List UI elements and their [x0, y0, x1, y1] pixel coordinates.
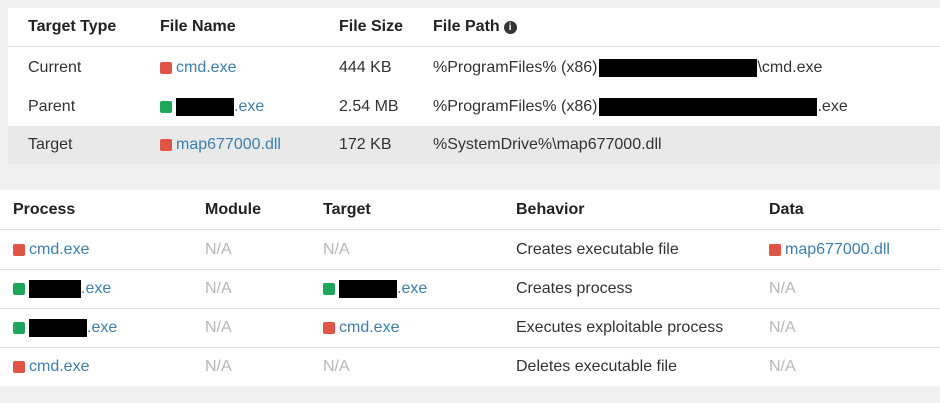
status-red-icon — [769, 244, 781, 256]
table-row: Target map677000.dll 172 KB %SystemDrive… — [8, 126, 940, 164]
file-path: %ProgramFiles% (x86) .exe — [433, 87, 848, 126]
file-path: %ProgramFiles% (x86) \cmd.exe — [433, 48, 822, 87]
file-path-prefix: %ProgramFiles% (x86) — [433, 97, 598, 115]
header-target-type: Target Type — [28, 18, 117, 35]
file-size: 172 KB — [339, 136, 392, 153]
redaction-box — [29, 280, 81, 298]
target-value: N/A — [323, 358, 350, 375]
process-link[interactable]: cmd.exe — [29, 358, 89, 376]
header-file-size: File Size — [339, 18, 404, 35]
file-name-cell: map677000.dll — [160, 126, 281, 164]
target-type: Target — [28, 136, 73, 153]
file-path: %SystemDrive%\map677000.dll — [433, 136, 662, 153]
behavior-value: Deletes executable file — [516, 358, 677, 375]
target-type: Current — [28, 58, 82, 76]
behavior-table-header: Process Module Target Behavior Data — [0, 190, 940, 230]
status-red-icon — [160, 61, 172, 74]
file-path-prefix: %ProgramFiles% (x86) — [433, 58, 598, 76]
data-value: N/A — [769, 319, 796, 336]
target-cell: cmd.exe — [323, 309, 399, 347]
header-file-name: File Name — [160, 18, 236, 35]
status-green-icon — [323, 283, 335, 295]
behavior-value: Creates executable file — [516, 241, 679, 258]
file-path-suffix: .exe — [817, 97, 848, 115]
status-red-icon — [13, 244, 25, 256]
process-cell: cmd.exe — [13, 348, 89, 386]
header-file-path: File Path i — [433, 8, 517, 46]
target-cell: .exe — [323, 270, 427, 308]
data-value: N/A — [769, 280, 796, 297]
redaction-box — [339, 280, 397, 298]
status-red-icon — [160, 139, 172, 151]
process-link[interactable]: .exe — [81, 280, 111, 298]
header-process: Process — [13, 200, 76, 218]
redaction-box — [29, 319, 87, 337]
redaction-box — [599, 58, 758, 77]
header-module: Module — [205, 200, 261, 218]
status-green-icon — [13, 322, 25, 334]
file-name-link[interactable]: map677000.dll — [176, 136, 281, 154]
table-row: .exe N/A cmd.exe Executes exploitable pr… — [0, 309, 940, 348]
file-size: 2.54 MB — [339, 97, 399, 115]
target-link[interactable]: cmd.exe — [339, 319, 399, 337]
status-red-icon — [13, 361, 25, 373]
module-value: N/A — [205, 319, 232, 336]
data-link[interactable]: map677000.dll — [785, 241, 890, 259]
target-value: N/A — [323, 241, 350, 258]
data-value: N/A — [769, 358, 796, 375]
target-type: Parent — [28, 97, 76, 115]
module-value: N/A — [205, 241, 232, 258]
file-targets-table: Target Type File Name File Size File Pat… — [8, 8, 940, 164]
redaction-box — [176, 97, 234, 116]
header-target: Target — [323, 200, 371, 218]
status-red-icon — [323, 322, 335, 334]
behavior-value: Creates process — [516, 280, 633, 297]
table-row: Parent .exe 2.54 MB %ProgramFiles% (x86)… — [8, 87, 940, 126]
redaction-box — [599, 97, 818, 116]
file-name-cell: .exe — [160, 87, 264, 126]
target-link[interactable]: .exe — [397, 280, 427, 298]
data-cell: map677000.dll — [769, 231, 890, 269]
process-cell: .exe — [13, 309, 117, 347]
status-green-icon — [13, 283, 25, 295]
status-green-icon — [160, 100, 172, 113]
table-row: cmd.exe N/A N/A Deletes executable file … — [0, 348, 940, 386]
process-cell: .exe — [13, 270, 111, 308]
file-size: 444 KB — [339, 58, 392, 76]
table-row: .exe N/A .exe Creates process N/A — [0, 270, 940, 309]
process-link[interactable]: .exe — [87, 319, 117, 337]
process-link[interactable]: cmd.exe — [29, 241, 89, 259]
behavior-value: Executes exploitable process — [516, 319, 724, 336]
header-behavior: Behavior — [516, 200, 585, 218]
module-value: N/A — [205, 280, 232, 297]
file-table-header: Target Type File Name File Size File Pat… — [8, 8, 940, 47]
file-name-cell: cmd.exe — [160, 48, 236, 87]
table-row: cmd.exe N/A N/A Creates executable file … — [0, 231, 940, 270]
header-data: Data — [769, 200, 804, 218]
file-path-suffix: \cmd.exe — [757, 58, 823, 76]
header-file-path-label: File Path — [433, 18, 500, 35]
info-circle-icon[interactable]: i — [503, 20, 517, 34]
process-cell: cmd.exe — [13, 231, 89, 269]
process-behavior-table: Process Module Target Behavior Data cmd.… — [0, 190, 940, 386]
file-name-link[interactable]: .exe — [234, 98, 264, 116]
table-row: Current cmd.exe 444 KB %ProgramFiles% (x… — [8, 48, 940, 87]
module-value: N/A — [205, 358, 232, 375]
file-name-link[interactable]: cmd.exe — [176, 59, 236, 77]
